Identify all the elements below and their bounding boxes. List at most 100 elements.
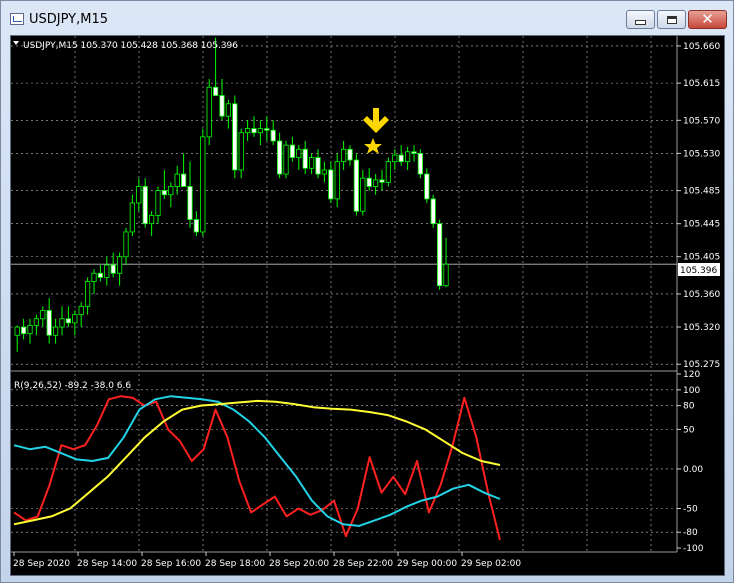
candle	[200, 128, 206, 237]
candle-body	[20, 326, 27, 335]
candle-body	[296, 148, 302, 158]
candle	[411, 145, 417, 162]
candle	[219, 78, 225, 121]
price-tick-label: 105.445	[683, 220, 720, 230]
candle-body	[244, 128, 251, 134]
indicator-series-line	[13, 395, 501, 541]
candle	[424, 168, 430, 203]
candle	[20, 318, 27, 340]
candle	[360, 169, 366, 216]
candle-body	[59, 318, 65, 328]
candle-body	[33, 318, 40, 326]
candle	[430, 194, 436, 228]
candle-body	[315, 157, 321, 175]
chart-menu-triangle-icon[interactable]	[13, 41, 19, 45]
time-tick-label: 28 Sep 2020	[13, 559, 70, 569]
candle	[347, 145, 353, 166]
candle-body	[334, 161, 340, 200]
candle	[276, 132, 283, 179]
candle	[78, 302, 84, 328]
chart-area[interactable]: USDJPY,M15 105.370 105.428 105.368 105.3…	[10, 35, 725, 576]
candle-body	[340, 148, 347, 163]
price-tick-label: 105.405	[683, 253, 720, 263]
candle	[232, 95, 238, 179]
indicator-tick-label: 50	[683, 425, 695, 435]
price-tick-label: 105.320	[683, 323, 720, 333]
price-tick-label: 105.660	[683, 42, 720, 52]
candle	[104, 256, 110, 286]
candle	[328, 161, 334, 203]
candle	[123, 227, 129, 266]
candle-body	[308, 157, 315, 169]
chart-window: USDJPY,M15 ✕ USDJPY,M15 105.370 105.428 …	[0, 0, 734, 583]
title-bar[interactable]: USDJPY,M15 ✕	[1, 1, 733, 35]
candle	[91, 269, 97, 294]
indicator-tick-label: -100	[683, 544, 704, 554]
time-tick-label: 29 Sep 00:00	[397, 559, 457, 569]
candle	[257, 120, 263, 146]
indicator-scale: 120 100 80 50 0.00 -50 -80 -100	[677, 370, 704, 554]
candle-body	[27, 324, 33, 335]
price-tick-label: 105.360	[683, 290, 720, 300]
candle-body	[404, 151, 411, 163]
candle	[161, 169, 167, 199]
candle-body	[117, 256, 123, 274]
candle-body	[40, 310, 46, 320]
candle-body	[436, 223, 443, 287]
candle	[148, 211, 155, 237]
candle-body	[366, 177, 372, 187]
chart-window-icon	[10, 13, 24, 25]
indicator-tick-label: 120	[683, 370, 700, 380]
candle-body	[283, 144, 289, 175]
candle	[289, 136, 296, 162]
price-chart-header: USDJPY,M15 105.370 105.428 105.368 105.3…	[23, 41, 238, 51]
arrow-down-icon	[363, 108, 389, 133]
candle	[27, 318, 33, 344]
candle-body	[104, 264, 110, 278]
candle	[206, 78, 212, 146]
candle	[404, 146, 411, 170]
candle-body	[72, 314, 78, 324]
candle	[379, 169, 385, 191]
price-tick-label: 105.485	[683, 187, 720, 197]
candle-body	[347, 148, 353, 161]
candle-body	[148, 215, 155, 225]
maximize-icon	[666, 15, 677, 24]
price-chart-canvas[interactable]: USDJPY,M15 105.370 105.428 105.368 105.3…	[11, 36, 724, 575]
candle-body	[193, 219, 199, 233]
candle-body	[206, 86, 212, 138]
candle-body	[443, 263, 449, 287]
candle-body	[225, 103, 231, 117]
close-button[interactable]: ✕	[688, 10, 727, 29]
candle-body	[379, 179, 385, 183]
candle	[334, 153, 340, 208]
candle	[244, 120, 251, 141]
candle	[168, 182, 174, 208]
candle-body	[187, 186, 193, 220]
maximize-button[interactable]	[657, 10, 686, 29]
candle	[385, 157, 392, 187]
candle	[117, 252, 123, 286]
candle-body	[238, 132, 244, 171]
candle	[308, 153, 315, 175]
candle-body	[65, 318, 72, 324]
candle-body	[321, 169, 328, 175]
indicator-header: R(9,26,52) -89.2 -38.0 6.6	[14, 381, 131, 391]
time-tick-label: 28 Sep 18:00	[205, 559, 265, 569]
minimize-button[interactable]	[626, 10, 655, 29]
candle-body	[53, 326, 59, 336]
time-tick-label: 29 Sep 02:00	[461, 559, 521, 569]
candle-body	[392, 154, 398, 163]
candle-body	[264, 128, 270, 131]
indicator-lines	[13, 395, 501, 541]
candle	[417, 149, 424, 179]
time-tick-label: 28 Sep 22:00	[333, 559, 393, 569]
indicator-tick-label: -80	[683, 528, 698, 538]
candle-body	[372, 179, 379, 187]
candle	[340, 140, 347, 170]
candle	[33, 314, 40, 336]
candle	[129, 194, 135, 237]
candle	[296, 145, 302, 170]
current-price-label: 105.396	[680, 266, 717, 276]
candle-body	[276, 140, 283, 175]
